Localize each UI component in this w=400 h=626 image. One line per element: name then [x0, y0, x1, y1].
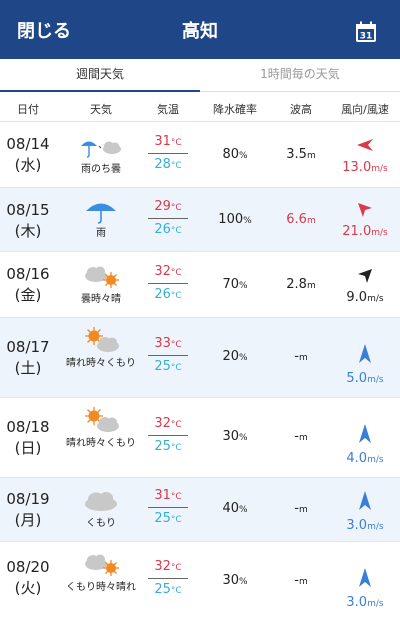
app-header: 閉じる 高知 31 [0, 0, 400, 59]
svg-text:31: 31 [360, 32, 373, 42]
wind-arrow-north-icon [359, 424, 371, 443]
temp-cell: 31°C 28°C [148, 134, 188, 172]
col-temp: 気温 [157, 103, 179, 116]
temp-cell: 32°C 25°C [148, 559, 188, 597]
date-cell: 08/15 (木) [6, 201, 50, 240]
table-row: 08/14 (水) 雨のち曇 31°C 28°C 80% 3.5m 13.0m/s [0, 122, 400, 188]
table-row: 08/17 (土) 晴れ時々くもり 33°C 25°C 20% -m 5.0m/s [0, 318, 400, 398]
col-wave: 波高 [290, 103, 312, 116]
low-temp: 28°C [154, 157, 182, 172]
temp-cell: 32°C 25°C [148, 416, 188, 454]
low-temp: 25°C [154, 439, 182, 454]
temp-cell: 31°C 25°C [148, 488, 188, 526]
low-temp: 26°C [154, 222, 182, 237]
rain-cell: 20% [222, 349, 248, 364]
high-temp: 32°C [154, 264, 182, 279]
rain-cell: 70% [222, 277, 248, 292]
temp-cell: 29°C 26°C [148, 199, 188, 237]
temp-cell: 32°C 26°C [148, 264, 188, 302]
date-cell: 08/18 (日) [6, 418, 50, 457]
date-cell: 08/19 (月) [6, 490, 50, 529]
wind-cell: 3.0m/s [330, 567, 400, 610]
weather-cell: 雨のち曇 [58, 136, 144, 177]
weather-cell: くもり [58, 488, 144, 531]
wind-cell: 3.0m/s [330, 490, 400, 533]
umbrella-icon [86, 203, 116, 224]
rain-cell: 100% [218, 212, 252, 227]
date-cell: 08/14 (水) [6, 135, 50, 174]
weather-cell: くもり時々晴れ [58, 550, 144, 595]
high-temp: 32°C [154, 559, 182, 574]
wave-cell: -m [294, 501, 308, 516]
wind-arrow-north-icon [359, 568, 371, 587]
low-temp: 26°C [154, 287, 182, 302]
col-weather: 天気 [90, 103, 112, 116]
wind-cell: 13.0m/s [330, 136, 400, 175]
rain-cell: 30% [222, 429, 248, 444]
wind-arrow-northwest-icon [358, 203, 372, 217]
wave-cell: -m [294, 349, 308, 364]
wind-arrow-northeast-icon [358, 269, 372, 283]
col-rain: 降水確率 [213, 103, 257, 116]
col-wind: 風向/風速 [341, 103, 389, 116]
rain-cell: 30% [222, 573, 248, 588]
wave-cell: -m [294, 573, 308, 588]
rain-then-cloud-icon [81, 141, 121, 158]
date-cell: 08/20 (火) [6, 558, 50, 597]
high-temp: 31°C [154, 134, 182, 149]
wave-cell: -m [294, 429, 308, 444]
weather-cell: 晴れ時々くもり [58, 324, 144, 371]
wind-cell: 21.0m/s [330, 200, 400, 239]
wave-cell: 2.8m [286, 277, 316, 292]
date-cell: 08/16 (金) [6, 265, 50, 304]
high-temp: 32°C [154, 416, 182, 431]
weather-cell: 晴れ時々くもり [58, 404, 144, 451]
cloud-sometimes-sun-icon [85, 554, 119, 576]
table-row: 08/20 (火) くもり時々晴れ 32°C 25°C 30% -m 3.0m/s [0, 542, 400, 626]
low-temp: 25°C [154, 511, 182, 526]
low-temp: 25°C [154, 582, 182, 597]
wind-cell: 4.0m/s [330, 423, 400, 466]
page-title: 高知 [182, 21, 218, 42]
wind-arrow-north-icon [359, 344, 371, 363]
tab-weekly-weather[interactable]: 週間天気 [0, 59, 200, 92]
tab-bar: 週間天気 1時間毎の天気 [0, 59, 400, 92]
temp-cell: 33°C 25°C [148, 336, 188, 374]
calendar-icon[interactable]: 31 [355, 21, 377, 43]
column-header-row: 日付 天気 気温 降水確率 波高 風向/風速 [0, 92, 400, 122]
wave-cell: 3.5m [286, 147, 316, 162]
sun-sometimes-cloud-icon [85, 407, 119, 432]
cloud-sometimes-sun-icon [85, 266, 119, 288]
rain-cell: 40% [222, 501, 248, 516]
table-row: 08/19 (月) くもり 31°C 25°C 40% -m 3.0m/s [0, 478, 400, 542]
rain-cell: 80% [222, 147, 248, 162]
weather-cell: 雨 [58, 200, 144, 241]
wind-arrow-west-icon [357, 139, 373, 151]
col-date: 日付 [17, 103, 39, 116]
table-row: 08/16 (金) 曇時々晴 32°C 26°C 70% 2.8m 9.0m/s [0, 252, 400, 318]
wind-cell: 5.0m/s [330, 343, 400, 386]
cloud-icon [85, 492, 117, 511]
weather-cell: 曇時々晴 [58, 262, 144, 307]
table-row: 08/15 (木) 雨 29°C 26°C 100% 6.6m 21.0m/s [0, 188, 400, 252]
table-row: 08/18 (日) 晴れ時々くもり 32°C 25°C 30% -m 4.0m/s [0, 398, 400, 478]
date-cell: 08/17 (土) [6, 338, 50, 377]
wave-cell: 6.6m [286, 212, 316, 227]
wind-cell: 9.0m/s [330, 266, 400, 305]
high-temp: 33°C [154, 336, 182, 351]
low-temp: 25°C [154, 359, 182, 374]
high-temp: 29°C [154, 199, 182, 214]
tab-hourly-weather[interactable]: 1時間毎の天気 [200, 59, 400, 92]
sun-sometimes-cloud-icon [85, 327, 119, 352]
wind-arrow-north-icon [359, 491, 371, 510]
high-temp: 31°C [154, 488, 182, 503]
